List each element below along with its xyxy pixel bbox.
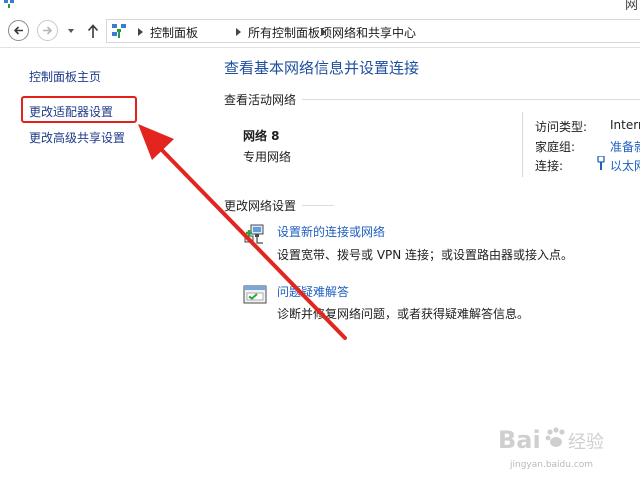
troubleshoot-link[interactable]: 问题疑难解答 (277, 283, 349, 300)
address-bar[interactable]: 控制面板 所有控制面板项 网络和共享中心 (106, 19, 640, 43)
section-divider (302, 205, 334, 206)
section-divider (302, 99, 640, 100)
annotation-highlight-box (21, 96, 137, 123)
sidebar-link-control-panel-home[interactable]: 控制面板主页 (29, 68, 101, 85)
network-center-icon (112, 24, 126, 38)
chevron-right-icon[interactable] (137, 28, 144, 36)
new-connection-icon[interactable] (243, 223, 267, 247)
sidebar-link-advanced-sharing[interactable]: 更改高级共享设置 (29, 129, 125, 146)
navigation-bar: 控制面板 所有控制面板项 网络和共享中心 (0, 14, 640, 48)
ethernet-icon[interactable] (596, 156, 606, 170)
forward-button[interactable] (37, 20, 58, 41)
setup-new-connection-desc: 设置宽带、拨号或 VPN 连接；或设置路由器或接入点。 (277, 248, 574, 262)
window-title: 网 (624, 0, 638, 13)
connections-label: 连接: (535, 159, 564, 173)
title-bar: 网 (0, 0, 640, 14)
troubleshoot-icon[interactable] (243, 283, 267, 307)
chevron-right-icon[interactable] (235, 28, 242, 36)
troubleshoot-desc: 诊断并修复网络问题，或者获得疑难解答信息。 (277, 307, 530, 321)
network-center-icon (4, 0, 14, 8)
arrow-left-icon (13, 26, 23, 35)
watermark-url: jingyan.baidu.com (510, 460, 594, 470)
arrow-right-icon (43, 26, 53, 35)
chevron-right-icon[interactable] (320, 28, 327, 36)
change-settings-header: 更改网络设置 (224, 199, 297, 213)
vertical-divider (522, 112, 523, 177)
network-name: 网络 8 (243, 129, 280, 143)
active-networks-header: 查看活动网络 (224, 93, 297, 107)
breadcrumb-network-center[interactable]: 网络和共享中心 (332, 24, 416, 41)
access-type-label: 访问类型: (535, 120, 588, 134)
watermark-brand: Bai (498, 426, 541, 454)
homegroup-label: 家庭组: (535, 140, 576, 154)
access-type-value: Intern (610, 118, 640, 132)
network-type: 专用网络 (243, 150, 292, 164)
up-arrow-icon[interactable] (86, 23, 100, 39)
recent-locations-chevron-down-icon[interactable] (66, 26, 76, 36)
back-button[interactable] (8, 20, 29, 41)
page-title: 查看基本网络信息并设置连接 (224, 59, 420, 77)
watermark-suffix: 经验 (568, 432, 604, 453)
homegroup-link[interactable]: 准备就 (610, 138, 640, 155)
paw-icon (545, 427, 565, 447)
setup-new-connection-link[interactable]: 设置新的连接或网络 (277, 223, 385, 240)
breadcrumb-control-panel[interactable]: 控制面板 (150, 24, 198, 41)
connection-link[interactable]: 以太网 (610, 157, 640, 174)
